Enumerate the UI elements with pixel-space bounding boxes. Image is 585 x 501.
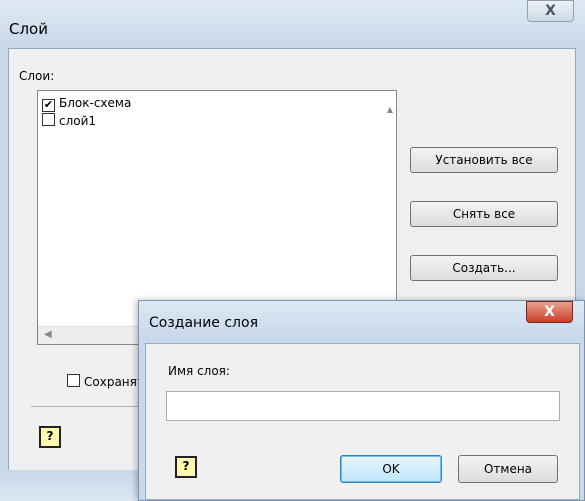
create-layer-body: Имя слоя: ? OK Отмена	[145, 343, 580, 500]
help-icon: ?	[46, 429, 54, 443]
create-layer-button[interactable]: Создать...	[410, 255, 558, 281]
close-button[interactable]: X	[527, 0, 574, 22]
clear-all-button[interactable]: Снять все	[410, 201, 558, 227]
scroll-up-icon[interactable]: ▲	[387, 105, 393, 114]
layers-label: Слои:	[19, 69, 55, 83]
save-checkbox[interactable]	[67, 374, 80, 387]
set-all-button[interactable]: Установить все	[410, 147, 558, 173]
check-icon: ✔	[43, 98, 54, 111]
layer-dialog-title: Слой	[9, 20, 48, 38]
separator	[31, 406, 151, 407]
layer-checkbox[interactable]: ✔	[42, 99, 55, 112]
layer-item-block-scheme[interactable]: ✔ Блок-схема	[42, 94, 131, 112]
scroll-left-icon[interactable]: ◀	[44, 329, 52, 340]
help-button[interactable]: ?	[175, 456, 197, 478]
save-option[interactable]: Сохранят	[67, 374, 144, 389]
layer-checkbox[interactable]	[42, 113, 55, 126]
ok-button[interactable]: OK	[340, 455, 442, 483]
layer-dialog-titlebar[interactable]: Слой X	[0, 0, 585, 48]
layer-item-layer1[interactable]: слой1	[42, 112, 96, 130]
close-button[interactable]: X	[526, 301, 573, 323]
help-button[interactable]: ?	[39, 426, 61, 448]
layer-name-input[interactable]	[166, 391, 560, 421]
create-layer-titlebar[interactable]: Создание слоя X	[139, 301, 584, 341]
help-icon: ?	[182, 459, 190, 473]
close-icon: X	[544, 304, 555, 320]
save-checkbox-label: Сохранят	[84, 375, 144, 389]
cancel-button[interactable]: Отмена	[458, 455, 558, 483]
create-layer-title: Создание слоя	[149, 315, 258, 331]
close-icon: X	[545, 3, 556, 19]
create-layer-dialog: Создание слоя X Имя слоя: ? OK Отмена	[138, 300, 585, 501]
layer-name: слой1	[59, 114, 97, 128]
layer-name-label: Имя слоя:	[168, 364, 230, 378]
layer-name: Блок-схема	[59, 96, 132, 110]
